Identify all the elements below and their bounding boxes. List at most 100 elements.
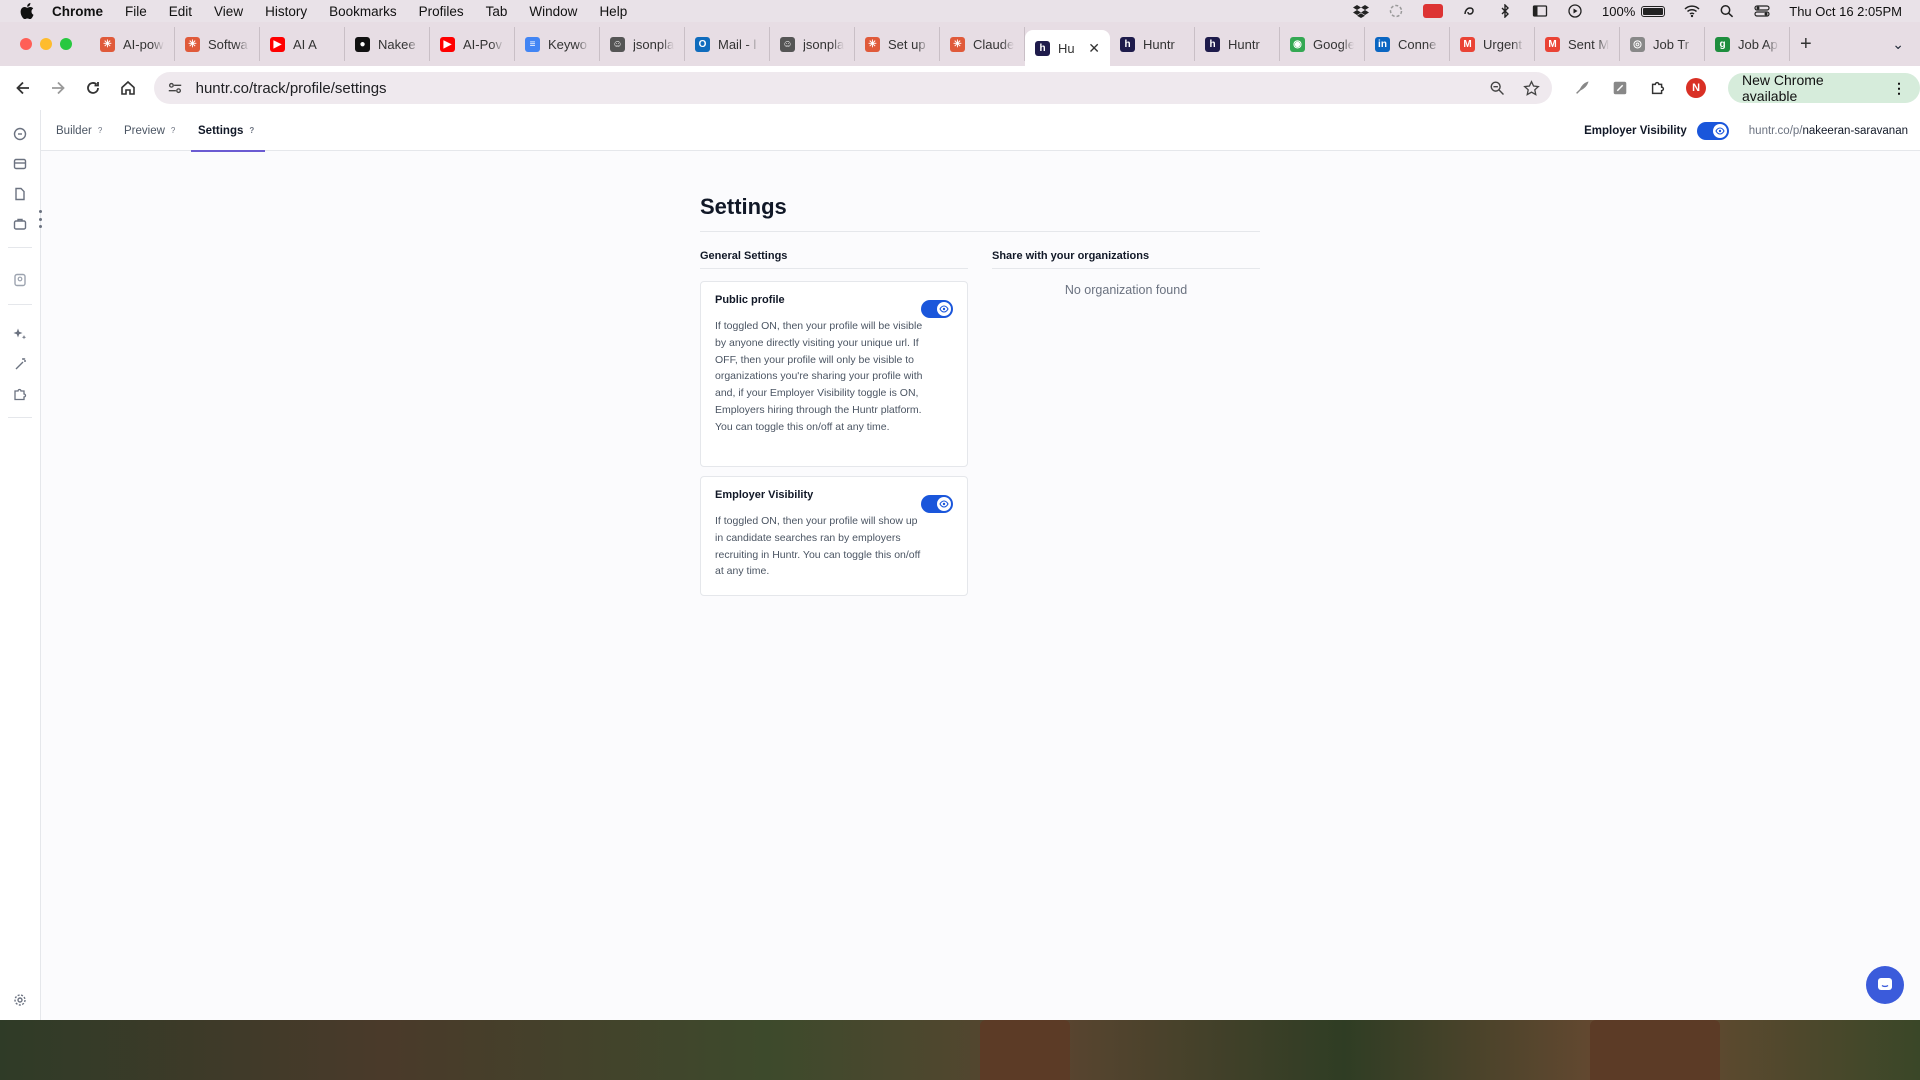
- employer-visibility-description: If toggled ON, then your profile will sh…: [715, 515, 921, 578]
- tab-list: ✳ AI-pow ✳ Softwa ▶ AI A ● Nakee ▶ AI-Pov ≡ Keywo ☺ j…: [90, 22, 1790, 66]
- browser-tab[interactable]: ✳ AI-pow: [90, 27, 175, 61]
- browser-tab[interactable]: h Hu ✕: [1025, 30, 1110, 66]
- profile-avatar[interactable]: N: [1686, 78, 1707, 98]
- forward-button[interactable]: [46, 76, 70, 100]
- close-tab-icon[interactable]: ✕: [1088, 40, 1100, 57]
- back-button[interactable]: [11, 76, 35, 100]
- support-chat-button[interactable]: [1866, 966, 1904, 1004]
- tab-settings[interactable]: Settings ?: [190, 110, 266, 152]
- tab-builder[interactable]: Builder ?: [56, 110, 102, 151]
- extensions-puzzle-icon[interactable]: [1648, 78, 1668, 98]
- extension-puzzle-icon[interactable]: [12, 386, 28, 402]
- menu-history[interactable]: History: [265, 4, 307, 19]
- reload-button[interactable]: [81, 76, 105, 100]
- browser-tab[interactable]: ☺ jsonpla: [770, 27, 855, 61]
- tab-favicon-icon: in: [1375, 36, 1390, 52]
- huntr-app: Builder ? Preview ? Settings ? Employer …: [0, 110, 1920, 1020]
- help-icon[interactable]: ?: [98, 126, 102, 135]
- job-tracker-icon[interactable]: [12, 126, 28, 142]
- browser-tab[interactable]: h Huntr: [1110, 27, 1195, 61]
- ai-sparkle-icon[interactable]: [12, 326, 28, 342]
- creative-cloud-icon[interactable]: [1462, 4, 1478, 18]
- help-icon[interactable]: ?: [249, 126, 254, 135]
- employer-visibility-card-toggle[interactable]: [921, 495, 953, 513]
- menu-tab[interactable]: Tab: [486, 4, 508, 19]
- tab-favicon-icon: ◎: [1630, 36, 1645, 52]
- extension-feather-icon[interactable]: [1572, 78, 1592, 98]
- browser-tab[interactable]: ✳ Softwa: [175, 27, 260, 61]
- eye-icon: [937, 302, 951, 316]
- menu-help[interactable]: Help: [599, 4, 627, 19]
- boards-icon[interactable]: [12, 156, 28, 172]
- public-profile-card: Public profile If toggled ON, then your …: [700, 281, 968, 467]
- dropbox-icon[interactable]: [1353, 4, 1370, 18]
- browser-tab[interactable]: h Huntr: [1195, 27, 1280, 61]
- public-profile-toggle[interactable]: [921, 300, 953, 318]
- eye-icon: [1712, 123, 1727, 138]
- bluetooth-icon[interactable]: [1497, 4, 1513, 18]
- extension-tools-icon[interactable]: [1610, 78, 1630, 98]
- settings-gear-icon[interactable]: [12, 992, 28, 1008]
- browser-tab[interactable]: in Conne: [1365, 27, 1450, 61]
- url-text[interactable]: huntr.co/track/profile/settings: [196, 80, 1473, 97]
- tab-title: Urgent: [1483, 36, 1523, 52]
- home-button[interactable]: [116, 76, 140, 100]
- spotlight-search-icon[interactable]: [1719, 4, 1735, 18]
- address-bar[interactable]: huntr.co/track/profile/settings: [153, 72, 1553, 104]
- browser-tab[interactable]: ◉ Google: [1280, 27, 1365, 61]
- tab-favicon-icon: h: [1035, 40, 1050, 56]
- browser-tab[interactable]: ✳ Claude: [940, 27, 1025, 61]
- record-icon[interactable]: [1423, 4, 1444, 18]
- tab-preview[interactable]: Preview ?: [124, 110, 175, 151]
- browser-tab[interactable]: ▶ AI-Pov: [430, 27, 515, 61]
- wifi-icon[interactable]: [1684, 4, 1700, 18]
- display-icon[interactable]: [1532, 4, 1548, 18]
- bookmark-star-icon[interactable]: [1522, 79, 1540, 97]
- control-center-icon[interactable]: [1754, 4, 1770, 18]
- sidebar-resize-handle[interactable]: [37, 210, 43, 228]
- site-settings-icon[interactable]: [166, 79, 184, 97]
- browser-tab[interactable]: g Job Ap: [1705, 27, 1790, 61]
- browser-tab[interactable]: ✳ Set up: [855, 27, 940, 61]
- chrome-update-button[interactable]: New Chrome available ⋮: [1728, 72, 1920, 104]
- menubar-clock[interactable]: Thu Oct 16 2:05PM: [1789, 4, 1902, 19]
- browser-tab[interactable]: ▶ AI A: [260, 27, 345, 61]
- help-icon[interactable]: ?: [171, 126, 175, 135]
- public-profile-link[interactable]: huntr.co/p/nakeeran-saravanan: [1749, 125, 1908, 137]
- tab-title: Job Ap: [1738, 36, 1778, 52]
- menu-app-name[interactable]: Chrome: [52, 4, 103, 19]
- more-menu-icon: ⋮: [1891, 79, 1906, 96]
- battery-status[interactable]: 100%: [1602, 3, 1666, 19]
- browser-tab[interactable]: O Mail - l: [685, 27, 770, 61]
- browser-tab[interactable]: ≡ Keywo: [515, 27, 600, 61]
- menu-edit[interactable]: Edit: [169, 4, 192, 19]
- contacts-icon[interactable]: [12, 272, 28, 288]
- close-window-button[interactable]: [20, 38, 32, 50]
- browser-tab[interactable]: M Urgent: [1450, 27, 1535, 61]
- menu-file[interactable]: File: [125, 4, 147, 19]
- divider: [992, 268, 1260, 269]
- zoom-icon[interactable]: [1488, 79, 1506, 97]
- browser-tab[interactable]: ☺ jsonpla: [600, 27, 685, 61]
- browser-tab[interactable]: ● Nakee: [345, 27, 430, 61]
- minimize-window-button[interactable]: [40, 38, 52, 50]
- menu-bookmarks[interactable]: Bookmarks: [329, 4, 397, 19]
- zoom-window-button[interactable]: [60, 38, 72, 50]
- tab-title: Huntr: [1228, 36, 1260, 52]
- menu-profiles[interactable]: Profiles: [419, 4, 464, 19]
- browser-tab[interactable]: M Sent M: [1535, 27, 1620, 61]
- menu-view[interactable]: View: [214, 4, 243, 19]
- play-icon[interactable]: [1567, 4, 1583, 18]
- document-icon[interactable]: [12, 186, 28, 202]
- employer-visibility-toggle[interactable]: [1696, 121, 1729, 140]
- briefcase-icon[interactable]: [12, 216, 28, 232]
- magic-wand-icon[interactable]: [12, 356, 28, 372]
- sync-icon[interactable]: [1388, 4, 1404, 18]
- browser-tab[interactable]: ◎ Job Tr: [1620, 27, 1705, 61]
- employer-visibility-title: Employer Visibility: [715, 489, 814, 501]
- new-tab-button[interactable]: +: [1800, 33, 1812, 56]
- apple-icon[interactable]: [20, 3, 34, 19]
- tab-search-chevron-icon[interactable]: ⌄: [1892, 36, 1904, 53]
- battery-percent: 100%: [1602, 3, 1636, 19]
- menu-window[interactable]: Window: [529, 4, 577, 19]
